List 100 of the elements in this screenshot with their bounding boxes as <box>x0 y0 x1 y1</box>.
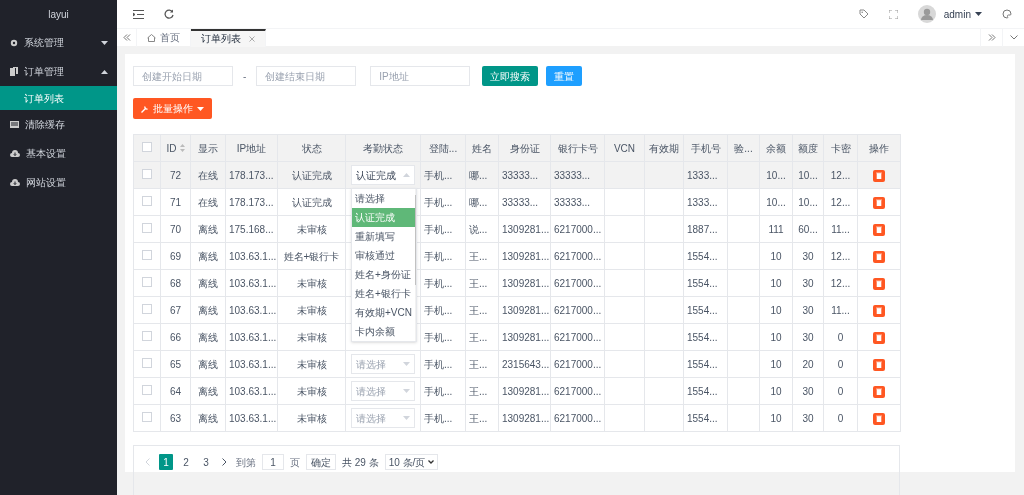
table-cell: 1554... <box>687 358 718 370</box>
column-header: VCN <box>613 141 636 156</box>
table-cell: 6217000... <box>554 412 602 424</box>
checkbox[interactable] <box>142 330 152 341</box>
page-button[interactable]: 2 <box>179 454 193 470</box>
table-cell: 王... <box>469 277 488 289</box>
delete-button[interactable] <box>873 358 885 371</box>
tag-icon[interactable] <box>858 9 869 19</box>
confirm-button[interactable]: 确定 <box>306 454 336 470</box>
input-field[interactable]: 创建结束日期 <box>256 66 357 86</box>
input-field[interactable]: 创建开始日期 <box>133 66 233 86</box>
input-field[interactable]: IP地址 <box>370 66 471 86</box>
sidebar-subitem[interactable]: 订单列表 <box>0 86 117 110</box>
double-left-icon <box>122 34 131 41</box>
checkbox[interactable] <box>142 141 152 152</box>
table-cell: 103.63.1... <box>229 331 277 343</box>
scrollbar[interactable] <box>414 189 416 341</box>
palette-icon[interactable] <box>1002 9 1012 19</box>
sidebar-item[interactable]: 基本设置 <box>0 139 117 168</box>
sidebar-item[interactable]: 网站设置 <box>0 168 117 197</box>
trash-icon <box>876 253 882 261</box>
table-cell: 66 <box>169 331 182 343</box>
page-button[interactable]: 3 <box>199 454 213 470</box>
sidebar-item[interactable]: 清除缓存 <box>0 110 117 139</box>
checkbox[interactable] <box>142 303 152 314</box>
checkbox[interactable] <box>142 276 152 287</box>
table-cell: 未审核 <box>296 385 327 397</box>
avatar-icon[interactable] <box>917 5 936 23</box>
page-input[interactable]: 1 <box>262 454 284 470</box>
checkbox[interactable] <box>142 357 152 368</box>
table-cell: 认证完成 <box>291 196 332 208</box>
table-cell: 2315643... <box>502 358 550 370</box>
chevron-left-icon <box>145 458 150 466</box>
search-button[interactable]: 立即搜索 <box>482 66 539 86</box>
table-cell: 67 <box>169 304 182 316</box>
page-size-select[interactable]: 10 条/页 <box>384 454 439 470</box>
table-cell: 1333... <box>687 169 718 181</box>
table-cell: 103.63.1... <box>229 358 277 370</box>
page-button[interactable]: 1 <box>159 454 173 470</box>
dropdown-option[interactable]: 重新填写 <box>352 227 415 246</box>
table-cell: 10... <box>766 169 786 181</box>
trash-icon <box>876 226 882 234</box>
select-field[interactable]: 认证完成 <box>351 165 415 185</box>
page-unit-label: 页 <box>290 455 300 470</box>
dropdown-option[interactable]: 姓名+银行卡 <box>352 284 415 303</box>
menu-icon[interactable] <box>133 9 144 19</box>
tab[interactable]: 订单列表 <box>191 28 266 47</box>
delete-button[interactable] <box>873 385 885 398</box>
checkbox[interactable] <box>142 168 152 179</box>
delete-button[interactable] <box>873 412 885 425</box>
table-cell: 手机... <box>424 169 453 181</box>
table-cell: 0 <box>837 385 844 397</box>
table-cell: 103.63.1... <box>229 250 277 262</box>
table-cell: 6217000... <box>554 385 602 397</box>
sidebar-item[interactable]: 订单管理 <box>0 57 117 86</box>
table-cell: 6217000... <box>554 277 602 289</box>
table-cell: 68 <box>169 277 182 289</box>
delete-button[interactable] <box>873 223 885 236</box>
checkbox[interactable] <box>142 411 152 422</box>
table-cell: 175.168... <box>229 223 274 235</box>
delete-button[interactable] <box>873 169 885 182</box>
delete-button[interactable] <box>873 304 885 317</box>
user-menu[interactable]: admin <box>943 6 982 22</box>
table-cell: 6217000... <box>554 304 602 316</box>
table-cell: 1309281... <box>502 412 550 424</box>
table-cell: 63 <box>169 412 182 424</box>
checkbox[interactable] <box>142 195 152 206</box>
table-cell: 11... <box>831 223 850 235</box>
delete-button[interactable] <box>873 331 885 344</box>
checkbox[interactable] <box>142 249 152 260</box>
fullscreen-icon[interactable] <box>888 9 898 19</box>
chevron-down-icon <box>1009 35 1018 40</box>
table-cell: 12... <box>830 277 851 289</box>
table-cell: 1333... <box>687 196 718 208</box>
table-cell: 1309281... <box>502 223 550 235</box>
refresh-icon[interactable] <box>164 9 174 19</box>
delete-button[interactable] <box>873 196 885 209</box>
table-cell: 1887... <box>687 223 718 235</box>
delete-button[interactable] <box>873 250 885 263</box>
column-header: 身份证 <box>509 141 540 156</box>
table-cell: 手机... <box>424 223 453 235</box>
caret-up-icon <box>403 173 410 177</box>
trash-icon <box>876 280 882 288</box>
dropdown-option[interactable]: 姓名+身份证 <box>352 265 415 284</box>
sidebar-item[interactable]: 系统管理 <box>0 28 117 57</box>
trash-icon <box>876 388 882 396</box>
table-cell: 离线 <box>198 358 218 370</box>
table-cell: 178.173... <box>229 169 274 181</box>
double-right-icon <box>987 34 996 41</box>
table-cell: 30 <box>802 385 814 397</box>
delete-button[interactable] <box>873 277 885 290</box>
separator-text: - <box>242 69 248 84</box>
table-cell: 王... <box>469 304 488 316</box>
checkbox[interactable] <box>142 222 152 233</box>
table-cell: 手机... <box>424 412 453 424</box>
column-header: 操作 <box>869 141 889 156</box>
checkbox[interactable] <box>142 384 152 395</box>
table-cell: 69 <box>169 250 182 262</box>
table-cell: 未审核 <box>296 331 327 343</box>
table-cell: 12... <box>830 196 851 208</box>
